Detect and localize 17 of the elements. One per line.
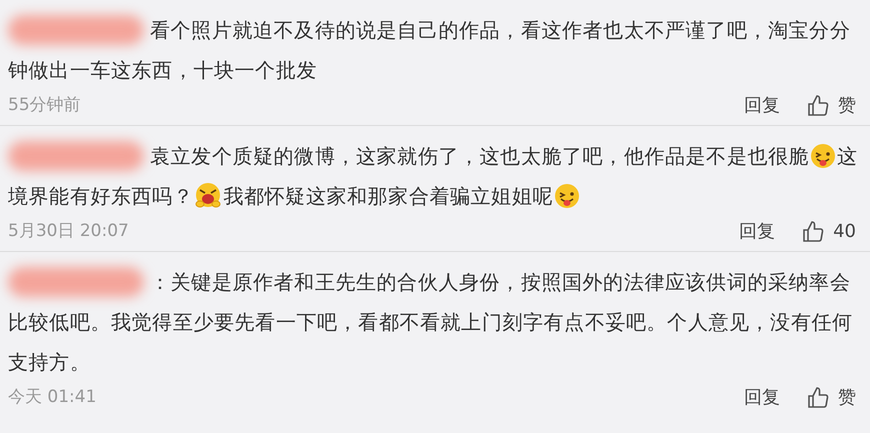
like-button[interactable]: 40 [801, 218, 856, 245]
winking-tongue-emoji-icon [554, 183, 580, 209]
thumbs-up-icon [806, 94, 830, 118]
comment-time: 55分钟前 [8, 94, 81, 117]
reply-button[interactable]: 回复 [739, 218, 776, 245]
comment-time: 5月30日 20:07 [8, 220, 129, 243]
comment-text: 袁立发个质疑的微博，这家就伤了，这也太脆了吧，他作品是不是也很脆 这境界能有好东西吗？ 我都怀疑这家和那家合着骗立姐姐呢 [8, 136, 862, 216]
comment-time: 今天 01:41 [8, 386, 96, 409]
winking-tongue-emoji-icon [810, 143, 836, 169]
reply-button[interactable]: 回复 [744, 92, 780, 119]
thumbs-up-icon [806, 386, 830, 410]
comment-text: ：关键是原作者和王先生的合伙人身份，按照国外的法律应该供词的采纳率会比较低吧。我觉得至少要先看一下吧，看都不看就上门刻字有点不妥吧。个人意见，没有任何支持方。 [8, 262, 862, 382]
reply-button[interactable]: 回复 [744, 384, 780, 411]
like-button[interactable]: 赞 [806, 92, 856, 119]
comment-text: 看个照片就迫不及待的说是自己的作品，看这作者也太不严谨了吧，淘宝分分钟做出一车这东西，十块一个批发 [8, 10, 862, 90]
like-button[interactable]: 赞 [806, 384, 856, 411]
thumbs-up-icon [801, 220, 826, 244]
